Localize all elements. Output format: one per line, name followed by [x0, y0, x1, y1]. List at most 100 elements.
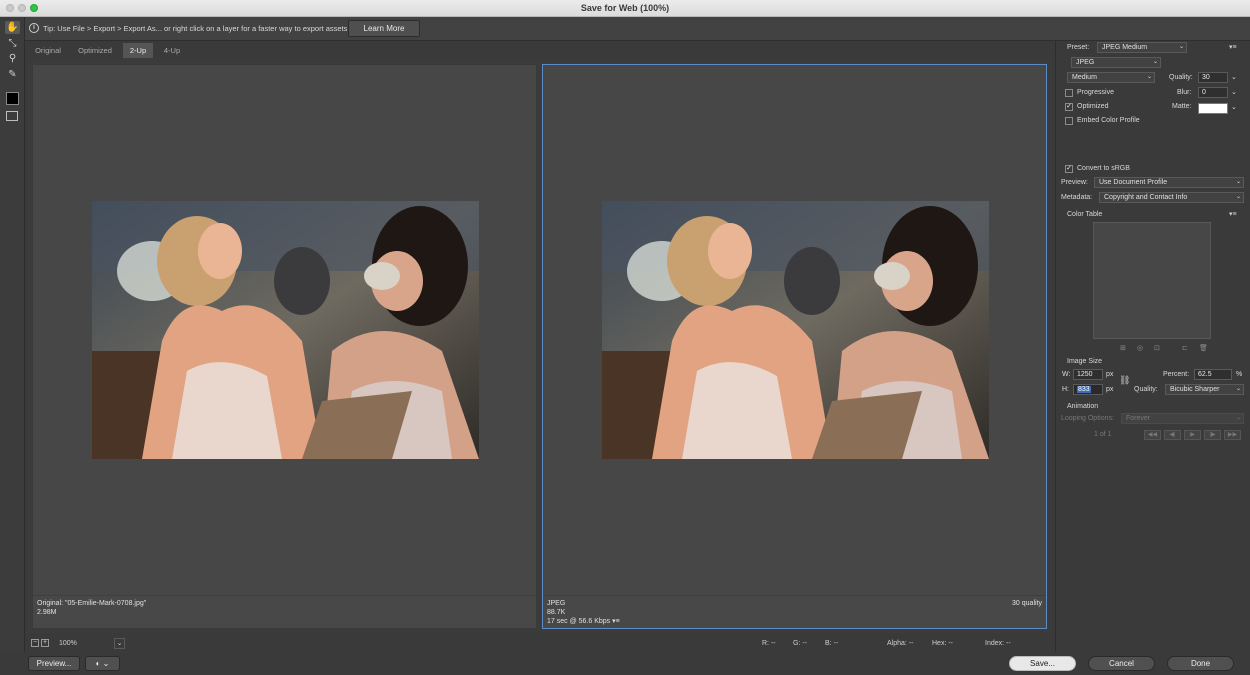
eyedropper-color-swatch[interactable]: [6, 92, 19, 105]
optimized-label: Optimized: [1077, 103, 1109, 110]
looping-options-value: Forever: [1126, 415, 1151, 422]
red-readout: R: --: [762, 640, 776, 647]
cancel-button[interactable]: Cancel: [1088, 656, 1155, 671]
original-file-size: 2.98M: [37, 609, 57, 616]
preview-profile-select[interactable]: Use Document Profile ⌄: [1094, 177, 1244, 188]
preset-label: Preset:: [1067, 44, 1090, 51]
info-icon: i: [29, 23, 39, 33]
zoom-tool-icon[interactable]: ⚲: [5, 52, 20, 65]
optimized-pane[interactable]: JPEG 88.7K 17 sec @ 56.6 Kbps ▾≡ 30 qual…: [542, 64, 1047, 629]
link-icon[interactable]: ⛓: [1119, 375, 1130, 386]
download-menu-icon[interactable]: ▾≡: [612, 618, 620, 625]
color-table-menu-icon[interactable]: ▾≡: [1229, 210, 1237, 218]
percent-unit: %: [1236, 371, 1243, 378]
chevron-down-icon[interactable]: ⌄: [1231, 103, 1237, 111]
color-table[interactable]: [1093, 222, 1211, 339]
bottom-bar: Preview... ◐ ⌄ Save... Cancel Done: [0, 652, 1250, 675]
image-size-heading: Image Size: [1067, 358, 1103, 365]
preset-value: JPEG Medium: [1102, 44, 1148, 51]
zoom-out-icon[interactable]: −: [31, 639, 39, 647]
quality-input[interactable]: 30: [1198, 72, 1228, 83]
save-button[interactable]: Save...: [1009, 656, 1076, 671]
next-frame-icon[interactable]: |▶: [1204, 430, 1221, 440]
toggle-slices-icon[interactable]: [6, 111, 18, 121]
status-bar: − + 100% ⌄ R: -- G: -- B: -- Alpha: -- H…: [28, 636, 1052, 650]
map-color-icon[interactable]: ⊞: [1120, 344, 1126, 352]
tab-4-up[interactable]: 4-Up: [156, 43, 188, 58]
progressive-checkbox[interactable]: [1065, 89, 1073, 97]
percent-input[interactable]: 62.5: [1194, 369, 1232, 380]
width-label: W:: [1062, 371, 1071, 378]
eyedropper-tool-icon[interactable]: ✎: [5, 68, 20, 81]
resample-quality-label: Quality:: [1134, 386, 1158, 393]
resample-quality-select[interactable]: Bicubic Sharper ⌄: [1165, 384, 1244, 395]
play-icon[interactable]: ▶: [1184, 430, 1201, 440]
format-select[interactable]: JPEG ⌄: [1071, 57, 1161, 68]
width-input[interactable]: 1250: [1073, 369, 1103, 380]
frame-count: 1 of 1: [1094, 431, 1112, 438]
tab-original[interactable]: Original: [28, 43, 68, 58]
tab-optimized[interactable]: Optimized: [70, 43, 120, 58]
percent-label: Percent:: [1163, 371, 1190, 378]
matte-color-swatch[interactable]: [1198, 103, 1228, 114]
zoom-value: 100%: [59, 640, 77, 647]
looping-options-label: Looping Options:: [1061, 415, 1114, 422]
window-title: Save for Web (100%): [580, 3, 670, 13]
zoom-in-icon[interactable]: +: [41, 639, 49, 647]
browser-icon: ◐ ⌄: [95, 659, 110, 668]
lock-color-icon[interactable]: ⊡: [1154, 344, 1160, 352]
preset-select[interactable]: JPEG Medium ⌄: [1097, 42, 1187, 53]
chevron-down-icon: ⌄: [1178, 44, 1184, 50]
trash-icon[interactable]: 🗑: [1199, 344, 1208, 352]
optimized-file-size: 88.7K: [547, 609, 566, 616]
optimized-quality: 30 quality: [1012, 600, 1042, 607]
embed-color-profile-label: Embed Color Profile: [1077, 117, 1140, 124]
matte-label: Matte:: [1172, 103, 1192, 110]
zoom-select[interactable]: 100% ⌄: [55, 638, 125, 649]
preview-button[interactable]: Preview...: [28, 656, 80, 671]
tab-2-up[interactable]: 2-Up: [123, 43, 153, 58]
download-time-text: 17 sec @ 56.6 Kbps: [547, 618, 611, 625]
height-label: H:: [1062, 386, 1069, 393]
quality-label: Quality:: [1169, 74, 1193, 81]
metadata-label: Metadata:: [1061, 194, 1093, 201]
web-shift-icon[interactable]: ◎: [1137, 344, 1143, 352]
index-readout: Index: --: [985, 640, 1011, 647]
optimized-checkbox[interactable]: ✓: [1065, 103, 1073, 111]
chevron-down-icon[interactable]: ⌄: [1231, 73, 1237, 81]
height-input[interactable]: 833: [1073, 384, 1103, 395]
preview-profile-value: Use Document Profile: [1099, 179, 1168, 186]
looping-options-select[interactable]: Forever ⌄: [1121, 413, 1244, 424]
last-frame-icon[interactable]: ▶▶: [1224, 430, 1241, 440]
optimized-image: [602, 201, 989, 459]
hand-tool-icon[interactable]: ✋: [5, 21, 20, 34]
embed-color-profile-checkbox[interactable]: [1065, 117, 1073, 125]
blur-input[interactable]: 0: [1198, 87, 1228, 98]
resample-quality-value: Bicubic Sharper: [1170, 386, 1220, 393]
metadata-select[interactable]: Copyright and Contact Info ⌄: [1099, 192, 1244, 203]
download-time: 17 sec @ 56.6 Kbps ▾≡: [547, 617, 1042, 626]
preview-area: Original: "05-Emilie-Mark-0708.jpg" 2.98…: [28, 58, 1052, 633]
chevron-down-icon: ⌄: [1235, 386, 1241, 392]
optimized-format: JPEG: [547, 600, 566, 607]
original-pane[interactable]: Original: "05-Emilie-Mark-0708.jpg" 2.98…: [32, 64, 537, 629]
green-readout: G: --: [793, 640, 807, 647]
optimize-menu-icon[interactable]: ▾≡: [1229, 43, 1237, 51]
tool-strip: ✋ ⤡ ⚲ ✎: [0, 17, 25, 675]
convert-srgb-checkbox[interactable]: ✓: [1065, 165, 1073, 173]
chevron-down-icon: ⌄: [1235, 415, 1241, 421]
new-color-icon[interactable]: ⊏: [1182, 344, 1188, 352]
original-image: [92, 201, 479, 459]
learn-more-button[interactable]: Learn More: [348, 20, 420, 37]
height-value: 833: [1077, 386, 1091, 393]
previous-frame-icon[interactable]: ◀|: [1164, 430, 1181, 440]
optimized-info: JPEG 88.7K 17 sec @ 56.6 Kbps ▾≡ 30 qual…: [543, 595, 1046, 628]
hex-readout: Hex: --: [932, 640, 953, 647]
quality-level-select[interactable]: Medium ⌄: [1067, 72, 1155, 83]
chevron-down-icon[interactable]: ⌄: [1231, 88, 1237, 96]
first-frame-icon[interactable]: ◀◀: [1144, 430, 1161, 440]
slice-select-tool-icon[interactable]: ⤡: [5, 37, 20, 50]
browser-preview-button[interactable]: ◐ ⌄: [85, 656, 120, 671]
done-button[interactable]: Done: [1167, 656, 1234, 671]
original-info: Original: "05-Emilie-Mark-0708.jpg" 2.98…: [33, 595, 536, 628]
